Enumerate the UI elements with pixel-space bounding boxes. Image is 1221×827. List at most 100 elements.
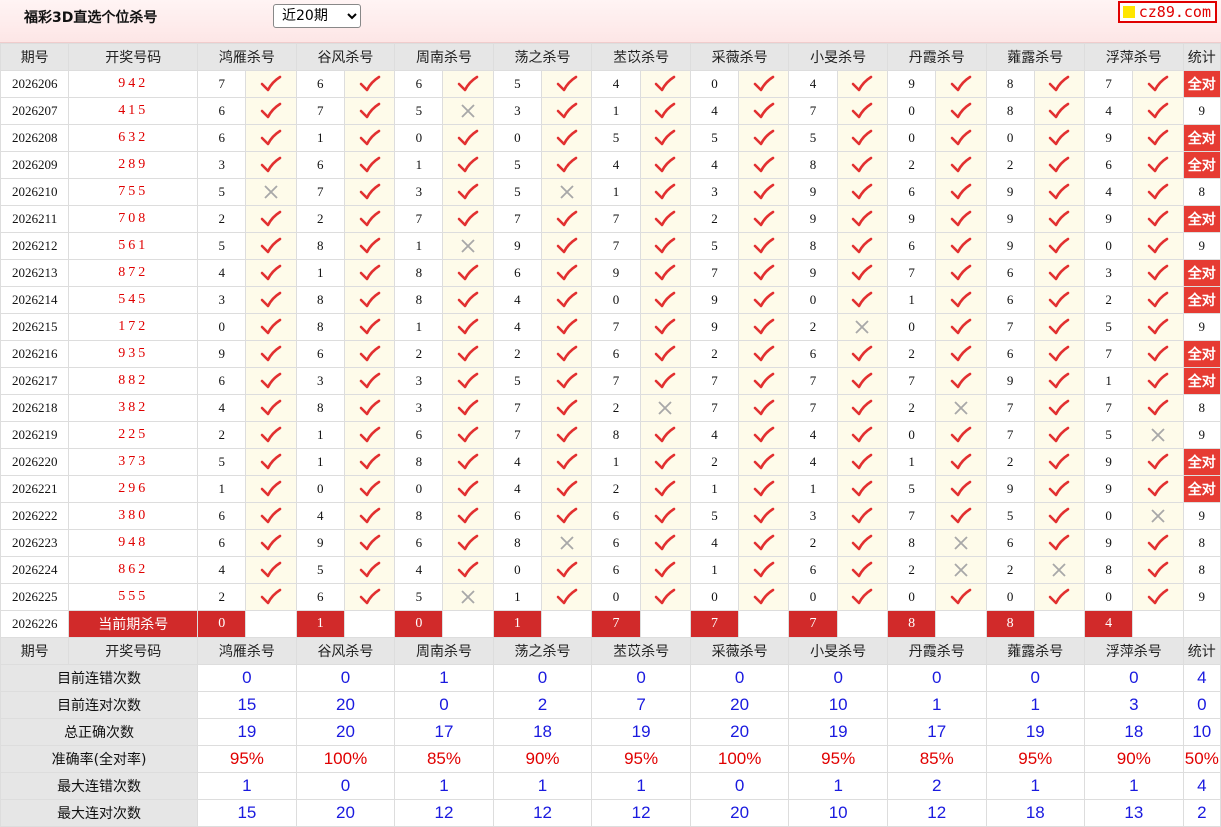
kill-number-cell: 4: [689, 529, 740, 557]
period-cell: 2026218: [0, 394, 70, 422]
kill-number-cell: 8: [394, 502, 444, 530]
hit-mark-cell: [1132, 286, 1184, 314]
table-row: 2026207 415 6 7 5 3 1 4 7 0 8 4 9: [0, 97, 1221, 125]
kill-number-cell: 7: [886, 367, 937, 395]
check-icon: [260, 588, 282, 605]
check-icon: [852, 75, 873, 92]
check-icon: [950, 156, 972, 173]
hit-mark-cell: [639, 286, 691, 314]
check-icon: [852, 426, 873, 443]
summary-value: 3: [1084, 691, 1184, 719]
summary-value: 1: [886, 691, 987, 719]
current-kill-spacer: [639, 610, 691, 638]
hit-mark-cell: [836, 448, 888, 476]
hit-mark-cell: [541, 475, 593, 503]
kill-number-cell: 8: [985, 97, 1035, 125]
check-icon: [359, 426, 380, 443]
summary-value: 20: [295, 799, 396, 827]
draw-number-cell: 545: [68, 286, 199, 314]
check-icon: [1049, 75, 1070, 92]
hit-mark-cell: [1132, 313, 1184, 341]
summary-row: 最大连对次数 15 20 12 12 12 20 10 12 18 13 2: [0, 799, 1221, 827]
kill-number-cell: 3: [394, 367, 444, 395]
kill-number-cell: 6: [197, 124, 247, 152]
hit-mark-cell: [442, 475, 494, 503]
kill-number-cell: 5: [1084, 421, 1134, 449]
kill-number-cell: 9: [985, 178, 1035, 206]
current-kill-spacer: [836, 610, 888, 638]
stat-cell: 9: [1182, 232, 1221, 260]
table-row: 2026212 561 5 8 1 9 7 5 8 6 9 0 9: [0, 232, 1221, 260]
hit-mark-cell: [343, 70, 396, 98]
hit-mark-cell: [343, 475, 396, 503]
hit-mark-cell: [738, 124, 790, 152]
check-icon: [457, 129, 479, 146]
kill-number-cell: 3: [197, 286, 247, 314]
current-kill-spacer: [442, 610, 494, 638]
check-icon: [457, 507, 479, 524]
check-icon: [852, 534, 873, 551]
check-icon: [654, 102, 676, 119]
summary-value: 0: [788, 664, 888, 692]
kill-number-cell: 6: [197, 367, 247, 395]
table-row: 2026216 935 9 6 2 2 6 2 6 2 6 7 全对: [0, 340, 1221, 368]
current-period-cell: 2026226: [0, 610, 70, 638]
hit-mark-cell: [442, 394, 494, 422]
kill-number-cell: 9: [788, 259, 838, 287]
kill-number-cell: 9: [1084, 205, 1134, 233]
hit-mark-cell: [836, 475, 888, 503]
kill-number-cell: 9: [1084, 124, 1134, 152]
check-icon: [359, 534, 380, 551]
check-icon: [1147, 291, 1169, 308]
site-logo[interactable]: cz89.com: [1117, 1, 1217, 23]
hit-mark-cell: [541, 259, 593, 287]
kill-number-cell: 8: [886, 529, 937, 557]
check-icon: [753, 345, 775, 362]
hit-mark-cell: [935, 178, 987, 206]
kill-number-cell: 1: [295, 421, 345, 449]
hit-mark-cell: [343, 259, 396, 287]
draw-number-cell: 561: [68, 232, 199, 260]
kill-number-cell: 5: [492, 367, 543, 395]
hit-mark-cell: [1033, 259, 1086, 287]
period-cell: 2026216: [0, 340, 70, 368]
check-icon: [556, 507, 577, 524]
hit-mark-cell: [836, 286, 888, 314]
kill-number-cell: 7: [788, 97, 838, 125]
period-cell: 2026220: [0, 448, 70, 476]
kill-number-cell: 1: [886, 286, 937, 314]
hit-mark-cell: [836, 259, 888, 287]
period-cell: 2026224: [0, 556, 70, 584]
kill-number-cell: 4: [1084, 178, 1134, 206]
hit-mark-cell: [1033, 232, 1086, 260]
check-icon: [852, 183, 873, 200]
summary-value: 0: [689, 664, 790, 692]
check-icon: [457, 480, 479, 497]
check-icon: [556, 129, 577, 146]
hit-mark-cell: [738, 313, 790, 341]
period-cell: 2026208: [0, 124, 70, 152]
hit-mark-cell: [738, 529, 790, 557]
draw-number-cell: 632: [68, 124, 199, 152]
cross-icon: [1151, 428, 1165, 442]
check-icon: [260, 156, 282, 173]
summary-value: 0: [1084, 664, 1184, 692]
period-cell: 2026221: [0, 475, 70, 503]
current-kill-number: 0: [197, 610, 247, 638]
check-icon: [654, 561, 676, 578]
hit-mark-cell: [836, 232, 888, 260]
kill-number-cell: 6: [591, 529, 641, 557]
check-icon: [556, 453, 577, 470]
hit-mark-cell: [639, 556, 691, 584]
hit-mark-cell: [836, 313, 888, 341]
period-range-select[interactable]: 近20期: [273, 4, 361, 28]
kill-number-cell: 6: [591, 340, 641, 368]
hit-mark-cell: [442, 421, 494, 449]
kill-number-cell: 6: [295, 151, 345, 179]
summary-value: 0: [394, 691, 494, 719]
hit-mark-cell: [442, 556, 494, 584]
stat-cell: 全对: [1182, 205, 1221, 233]
kill-number-cell: 9: [591, 259, 641, 287]
hit-mark-cell: [1033, 151, 1086, 179]
kill-number-cell: 9: [788, 178, 838, 206]
